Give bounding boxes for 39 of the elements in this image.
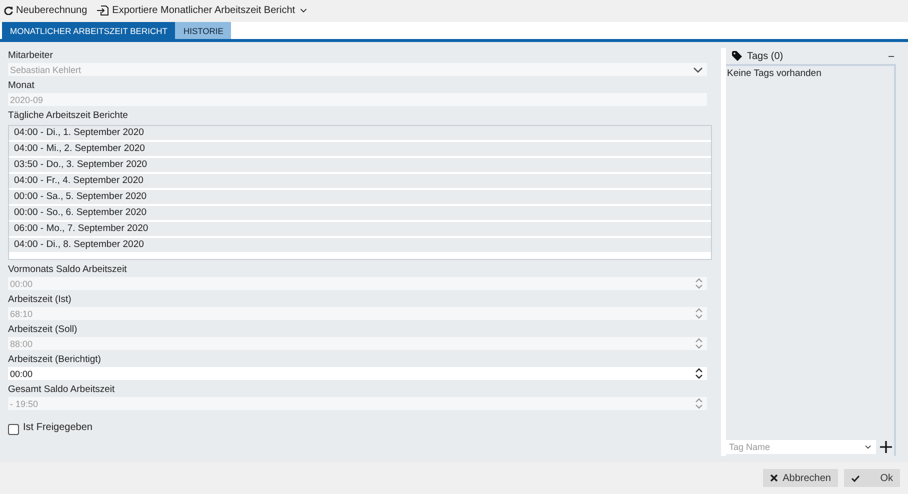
list-item[interactable]: 03:50 - Do., 3. September 2020 [9, 158, 711, 174]
field-label: Tägliche Arbeitszeit Berichte [8, 109, 129, 123]
export-icon [97, 4, 110, 16]
list-item[interactable]: 04:00 - Mi., 2. September 2020 [9, 142, 711, 158]
tag-icon [732, 51, 743, 61]
list-item[interactable]: 04:00 - Fr., 4. September 2020 [9, 174, 711, 190]
tag-name-field[interactable]: Tag Name [726, 440, 865, 454]
collapse-button[interactable]: – [886, 50, 896, 62]
field-label: Monat [8, 79, 36, 93]
cancel-button[interactable]: Abbrechen [762, 469, 838, 487]
tab[interactable]: HISTORIE [175, 22, 232, 39]
spinner-icon[interactable] [695, 368, 703, 379]
toolbar-button[interactable]: Neuberechnung [4, 4, 88, 16]
toolbar-button[interactable]: Exportiere Monatlicher Arbeitszeit Bericht [97, 4, 308, 16]
field-label: Arbeitszeit (Ist) [8, 293, 72, 307]
refresh-icon [4, 6, 13, 14]
number-field[interactable]: 00:00 [8, 367, 707, 380]
field-label: Gesamt Saldo Arbeitszeit [8, 383, 116, 397]
checkbox[interactable] [8, 424, 19, 435]
checkbox-label: Ist Freigegeben [23, 422, 92, 433]
list-item[interactable]: 04:00 - Di., 1. September 2020 [9, 126, 711, 142]
list-item[interactable]: 00:00 - Sa., 5. September 2020 [9, 190, 711, 206]
field-label: Arbeitszeit (Berichtigt) [8, 353, 102, 367]
close-icon [770, 474, 778, 482]
field-label: Mitarbeiter [8, 49, 54, 63]
chevron-down-icon [693, 66, 703, 72]
dropdown-chevron-icon[interactable] [865, 440, 876, 454]
empty-text: Keine Tags vorhanden [726, 67, 822, 79]
add-icon[interactable] [880, 441, 892, 453]
checkmark-icon [851, 474, 860, 482]
tags-title: Tags (0) [747, 50, 784, 62]
ok-button[interactable]: Ok [844, 469, 900, 487]
field-label: Vormonats Saldo Arbeitszeit [8, 263, 128, 277]
tab[interactable]: MONATLICHER ARBEITSZEIT BERICHT [2, 22, 176, 39]
list-item[interactable]: 06:00 - Mo., 7. September 2020 [9, 222, 711, 238]
list-item[interactable]: 00:00 - So., 6. September 2020 [9, 206, 711, 222]
field-label: Arbeitszeit (Soll) [8, 323, 78, 337]
list-item[interactable]: 04:00 - Di., 8. September 2020 [9, 238, 711, 254]
chevron-down-icon [300, 8, 308, 12]
